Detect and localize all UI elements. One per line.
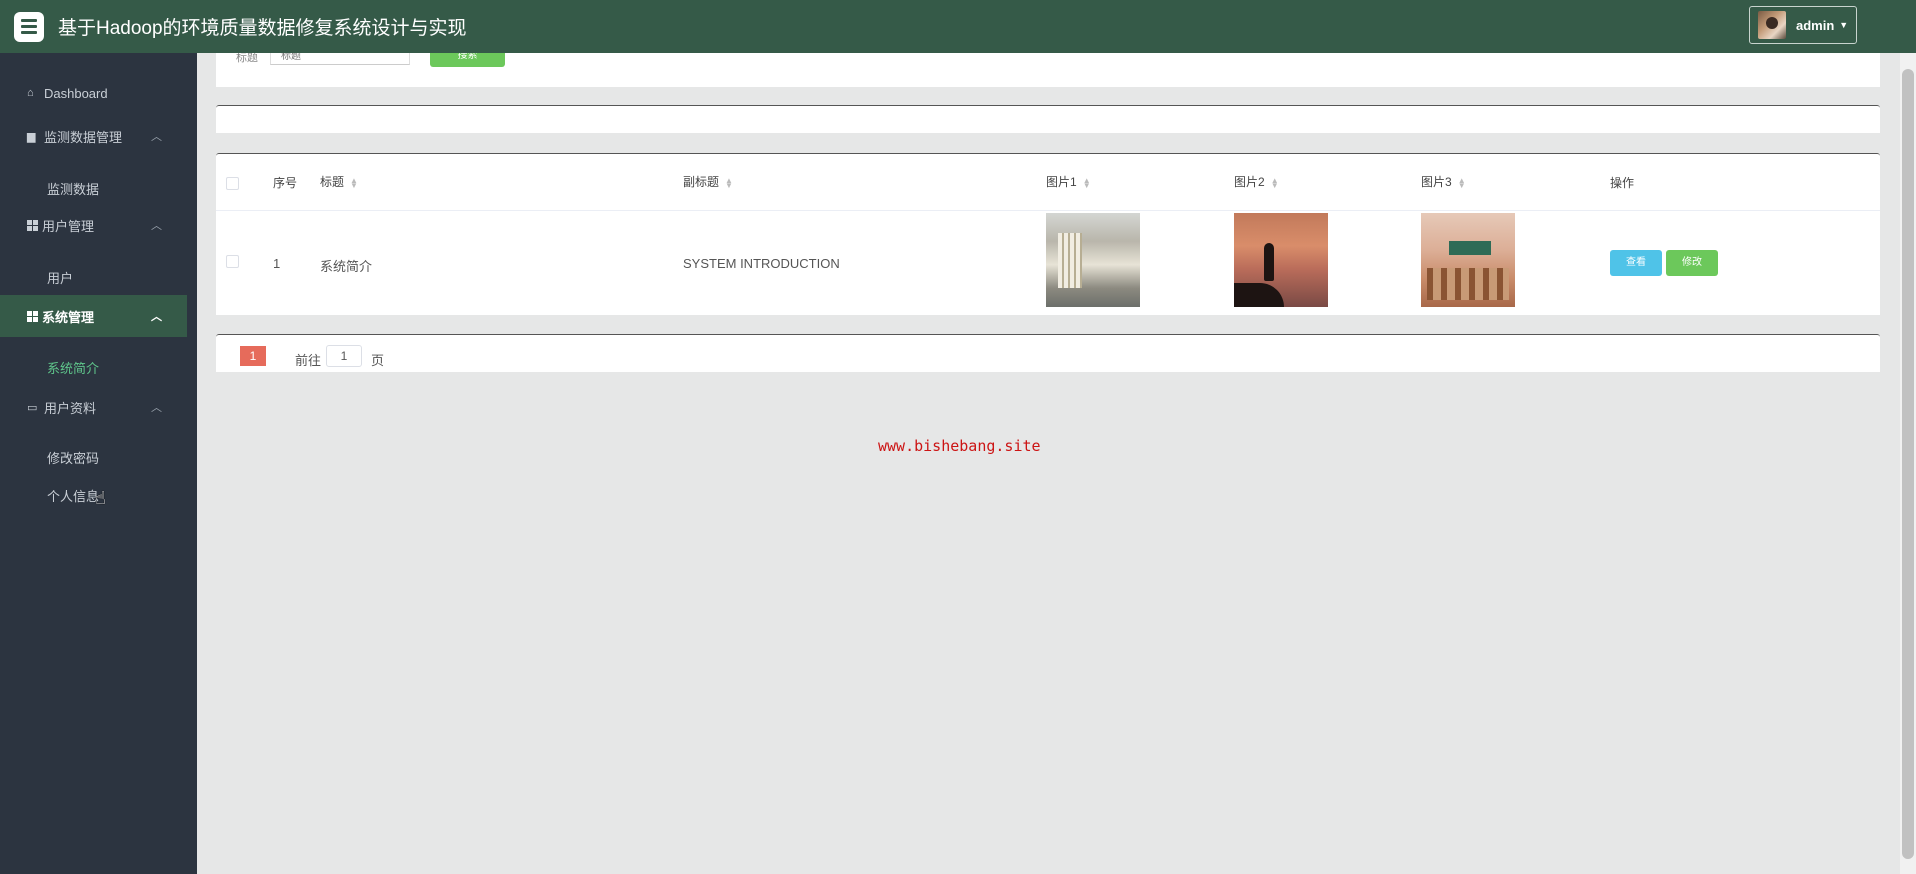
sidebar-item-label: 用户资料 (44, 400, 97, 416)
user-name: admin (1796, 17, 1835, 33)
column-header-label: 图片3 (1421, 175, 1452, 189)
chevron-up-icon: ︿ (151, 402, 162, 414)
cell-image-classroom[interactable] (1421, 213, 1515, 307)
sidebar-group-monitoring[interactable]: ▆ 监测数据管理 ︿ (0, 115, 187, 157)
grid-icon (27, 310, 38, 322)
column-header-subtitle[interactable]: 副标题 ▲ ▼ (683, 173, 733, 190)
sort-icon[interactable]: ▲ ▼ (1271, 176, 1279, 189)
column-header-title[interactable]: 标题 ▲ ▼ (320, 173, 358, 190)
sidebar-item-dashboard[interactable]: ⌂ Dashboard (0, 72, 187, 114)
column-header-label: 标题 (320, 175, 345, 189)
cell-image-interior[interactable] (1046, 213, 1140, 307)
home-icon: ⌂ (27, 87, 34, 99)
sort-icon[interactable]: ▲ ▼ (350, 176, 358, 189)
goto-page-input[interactable] (326, 345, 362, 367)
goto-suffix: 页 (371, 353, 385, 368)
sidebar-sub-profile-info[interactable]: 个人信息 (47, 486, 99, 505)
grid-icon (27, 219, 38, 231)
page-number-current[interactable]: 1 (240, 346, 266, 366)
goto-label: 前往 (295, 353, 322, 368)
sidebar-group-system[interactable]: 系统管理 ︿ (0, 295, 187, 337)
data-table: 序号 标题 ▲ ▼ 副标题 ▲ ▼ 图片1 ▲ ▼ 图片2 ▲ ▼ 图片3 ▲ ▼ 操作 1 系统简… (216, 153, 1880, 315)
column-header-pic3[interactable]: 图片3 ▲ ▼ (1421, 173, 1466, 190)
vertical-scrollbar[interactable] (1900, 53, 1916, 874)
top-header: 基于Hadoop的环境质量数据修复系统设计与实现 admin ▼ (0, 0, 1916, 53)
pagination: 1 前往 页 (216, 334, 1880, 372)
scrollbar-thumb[interactable] (1902, 69, 1914, 859)
hand-cursor-icon: ☝ (95, 488, 106, 508)
view-button[interactable]: 查看 (1610, 250, 1662, 276)
sidebar-item-label: 用户管理 (42, 218, 95, 234)
column-header-label: 图片1 (1046, 175, 1077, 189)
row-divider (216, 210, 1880, 211)
menu-toggle-button[interactable] (14, 11, 44, 42)
action-bar (216, 105, 1880, 133)
sidebar-group-users[interactable]: 用户管理 ︿ (0, 204, 187, 246)
sidebar-sub-monitoring-data[interactable]: 监测数据 (47, 179, 99, 198)
avatar (1758, 11, 1786, 39)
chevron-up-icon: ︿ (151, 131, 162, 143)
caret-down-icon: ▼ (1839, 20, 1849, 30)
chevron-up-icon: ︿ (151, 311, 162, 323)
row-checkbox[interactable] (226, 255, 239, 268)
column-header-index: 序号 (273, 176, 298, 190)
sidebar-item-label: Dashboard (44, 85, 108, 101)
sort-icon[interactable]: ▲ ▼ (725, 176, 733, 189)
sort-icon[interactable]: ▲ ▼ (1458, 176, 1466, 189)
sidebar-item-label: 系统管理 (42, 309, 95, 325)
column-header-ops: 操作 (1610, 176, 1635, 190)
sidebar-group-profile[interactable]: ▭ 用户资料 ︿ (0, 386, 187, 428)
app-title: 基于Hadoop的环境质量数据修复系统设计与实现 (58, 18, 467, 39)
user-menu-button[interactable]: admin ▼ (1749, 6, 1857, 44)
card-icon: ▭ (27, 401, 38, 414)
sidebar-item-label: 监测数据管理 (44, 129, 123, 145)
cell-image-balloon-girl[interactable] (1234, 213, 1328, 307)
cell-subtitle: SYSTEM INTRODUCTION (683, 256, 840, 271)
sidebar-sub-change-password[interactable]: 修改密码 (47, 448, 99, 467)
column-header-pic1[interactable]: 图片1 ▲ ▼ (1046, 173, 1091, 190)
search-card: 标题 搜索 (216, 47, 1880, 87)
column-header-pic2[interactable]: 图片2 ▲ ▼ (1234, 173, 1279, 190)
edit-button[interactable]: 修改 (1666, 250, 1718, 276)
cell-index: 1 (273, 256, 281, 271)
message-icon: ▆ (27, 130, 36, 143)
column-header-label: 图片2 (1234, 175, 1265, 189)
sidebar-sub-system-intro[interactable]: 系统简介 (47, 358, 99, 377)
sidebar-sub-users[interactable]: 用户 (47, 268, 73, 287)
select-all-checkbox[interactable] (226, 177, 239, 190)
sidebar: ⌂ Dashboard ▆ 监测数据管理 ︿ 监测数据 用户管理 ︿ 用户 系统… (0, 53, 197, 874)
column-header-label: 副标题 (683, 175, 720, 189)
watermark-text: www.bishebang.site (878, 437, 1041, 455)
cell-title: 系统简介 (320, 259, 373, 274)
menu-icon (21, 19, 37, 22)
sort-icon[interactable]: ▲ ▼ (1083, 176, 1091, 189)
chevron-up-icon: ︿ (151, 220, 162, 232)
